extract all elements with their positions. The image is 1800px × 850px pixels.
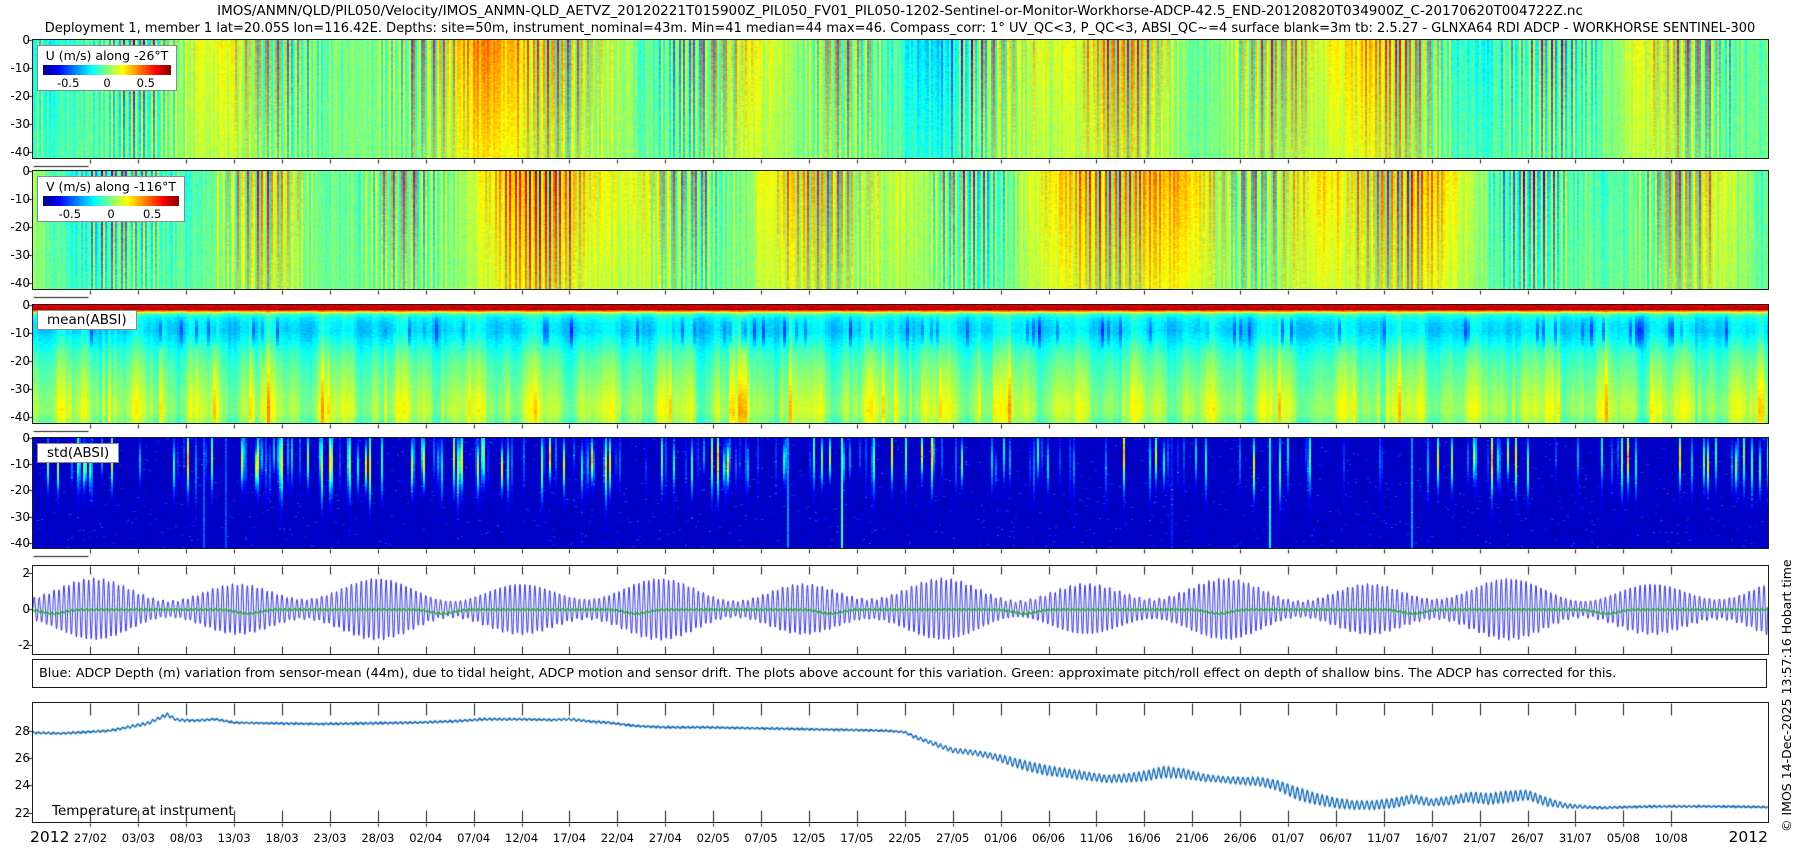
x-date-label: 03/03 [116,831,160,845]
x-date-label: 27/04 [643,831,687,845]
x-date-label: 06/07 [1314,831,1358,845]
y-tick-label: -20 [0,89,30,103]
v-colorbar-gradient [43,196,179,206]
y-tick-label: -10 [0,192,30,206]
x-date-label: 10/08 [1649,831,1693,845]
colorbar-tick-label: 0 [103,76,110,90]
x-date-label: 27/05 [931,831,975,845]
colorbar-tick-label: 0 [107,207,114,221]
x-date-label: 12/05 [787,831,831,845]
y-tick-label: -2 [0,638,30,652]
y-tick-label: 0 [0,164,30,178]
y-tick-label: -20 [0,483,30,497]
x-axis-year-left: 2012 [30,828,69,846]
y-tick-label: -40 [0,145,30,159]
adcp-mooring-figure: IMOS/ANMN/QLD/PIL050/Velocity/IMOS_ANMN-… [0,0,1800,850]
x-date-label: 06/06 [1027,831,1071,845]
x-date-label: 26/06 [1218,831,1262,845]
y-tick-label: 0 [0,431,30,445]
x-date-label: 23/03 [308,831,352,845]
x-date-label: 21/06 [1170,831,1214,845]
y-tick-label: 0 [0,33,30,47]
y-tick-label: -20 [0,354,30,368]
colorbar-tick-label: 0.5 [143,207,161,221]
y-tick-label: -30 [0,248,30,262]
y-tick-label: 26 [0,751,30,765]
y-tick-label: -10 [0,326,30,340]
u-colorbar-title: U (m/s) along -26°T [41,48,173,63]
x-date-label: 21/07 [1458,831,1502,845]
x-date-label: 01/07 [1266,831,1310,845]
panel-std-absi-heatmap [32,437,1769,549]
colorbar-tick-label: -0.5 [57,76,79,90]
u-velocity-heatmap-canvas [33,40,1768,158]
v-colorbar-title: V (m/s) along -116°T [41,179,181,194]
panel-mean-absi-heatmap [32,304,1769,424]
x-date-label: 12/04 [500,831,544,845]
x-date-label: 17/05 [835,831,879,845]
x-date-label: 05/08 [1601,831,1645,845]
x-date-label: 07/05 [739,831,783,845]
x-date-label: 16/06 [1122,831,1166,845]
x-date-label: 27/02 [68,831,112,845]
y-tick-label: 22 [0,806,30,820]
x-date-label: 07/04 [452,831,496,845]
u-colorbar-ticks: -0.5 0 0.5 [41,75,173,90]
y-tick-label: 24 [0,778,30,792]
y-tick-label: -40 [0,410,30,424]
panel-depth-variation-line [32,565,1769,655]
y-tick-label: -30 [0,382,30,396]
colorbar-tick-label: -0.5 [59,207,81,221]
x-date-label: 31/07 [1553,831,1597,845]
y-tick-label: -30 [0,510,30,524]
u-colorbar-legend: U (m/s) along -26°T -0.5 0 0.5 [37,45,177,91]
std-absi-heatmap-canvas [33,438,1768,548]
x-date-label: 16/07 [1410,831,1454,845]
v-colorbar-legend: V (m/s) along -116°T -0.5 0 0.5 [37,176,185,222]
x-date-label: 08/03 [164,831,208,845]
x-date-label: 17/04 [547,831,591,845]
figure-title: IMOS/ANMN/QLD/PIL050/Velocity/IMOS_ANMN-… [0,3,1800,19]
figure-subtitle: Deployment 1, member 1 lat=20.05S lon=11… [0,21,1800,36]
x-date-label: 22/05 [883,831,927,845]
depth-variation-annotation: Blue: ADCP Depth (m) variation from sens… [32,659,1767,688]
v-velocity-heatmap-canvas [33,171,1768,289]
panel-u-velocity-heatmap [32,39,1769,159]
y-tick-label: 2 [0,566,30,580]
x-date-label: 28/03 [356,831,400,845]
y-tick-label: -40 [0,536,30,550]
v-colorbar-ticks: -0.5 0 0.5 [41,206,181,221]
y-tick-label: 0 [0,602,30,616]
x-date-label: 22/04 [595,831,639,845]
x-date-label: 02/05 [691,831,735,845]
x-axis-year-right: 2012 [1722,828,1768,846]
y-tick-label: 28 [0,724,30,738]
imos-watermark: © IMOS 14-Dec-2025 13:57:16 Hobart time [1779,492,1794,832]
temperature-line-canvas [33,703,1768,822]
panel-v-velocity-heatmap [32,170,1769,290]
x-date-label: 13/03 [212,831,256,845]
std-absi-label: std(ABSI) [37,443,119,463]
x-date-label: 26/07 [1506,831,1550,845]
y-tick-label: -30 [0,117,30,131]
mean-absi-label: mean(ABSI) [37,310,137,330]
y-tick-label: 0 [0,298,30,312]
panel-temperature-line [32,702,1769,823]
y-tick-label: -40 [0,276,30,290]
x-date-label: 01/06 [979,831,1023,845]
mean-absi-heatmap-canvas [33,305,1768,423]
x-date-label: 11/07 [1362,831,1406,845]
x-date-label: 18/03 [260,831,304,845]
y-tick-label: -20 [0,220,30,234]
y-tick-label: -10 [0,457,30,471]
x-date-label: 11/06 [1074,831,1118,845]
u-colorbar-gradient [43,65,171,75]
depth-variation-line-canvas [33,566,1768,654]
x-date-label: 02/04 [404,831,448,845]
colorbar-tick-label: 0.5 [137,76,155,90]
temperature-at-instrument-label: Temperature at instrument [52,803,234,819]
y-tick-label: -10 [0,61,30,75]
